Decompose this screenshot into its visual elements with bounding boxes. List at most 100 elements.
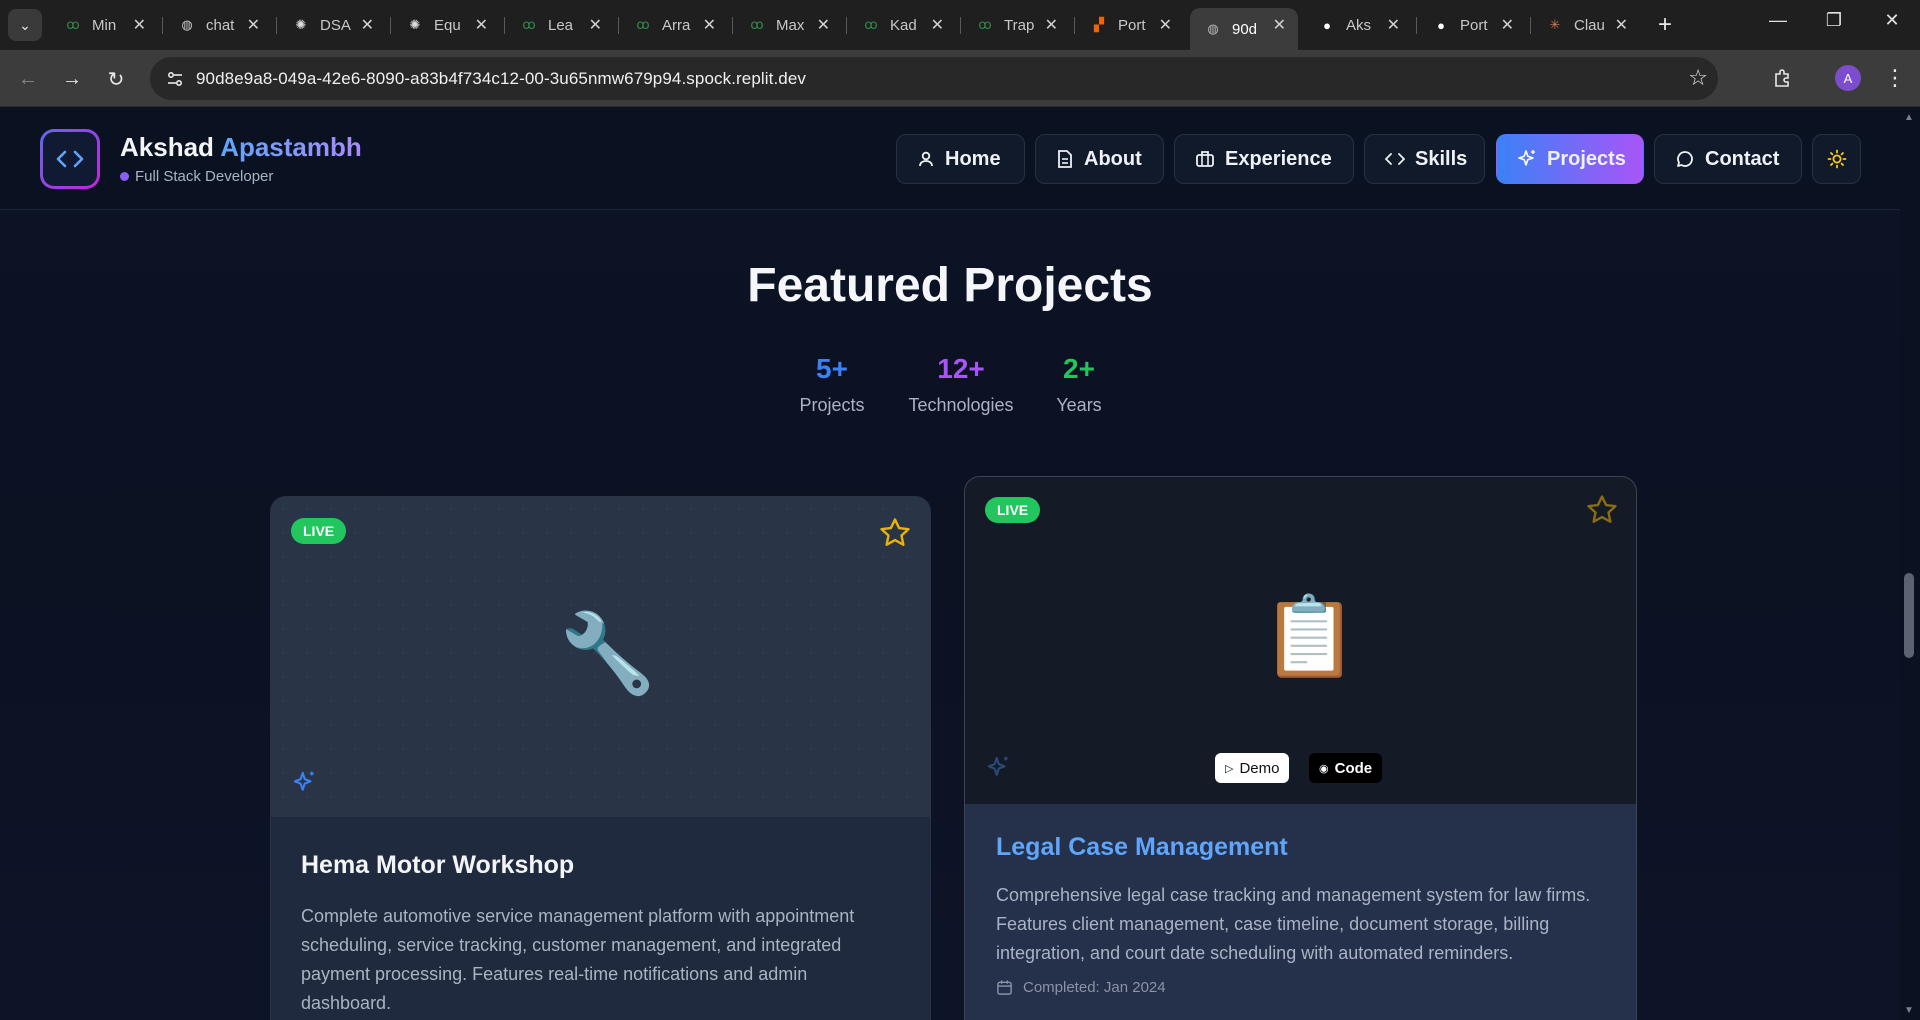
calendar-icon — [997, 980, 1012, 995]
gfg-icon: ꝏ — [636, 17, 650, 32]
gfg-icon: ꝏ — [750, 17, 764, 32]
address-bar[interactable]: 90d8e9a8-049a-42e6-8090-a83b4f734c12-00-… — [150, 57, 1718, 100]
minimize-icon[interactable]: — — [1758, 10, 1798, 31]
nav-experience[interactable]: Experience — [1174, 134, 1354, 184]
close-tab-icon[interactable]: ✕ — [133, 15, 146, 35]
close-tab-icon[interactable]: ✕ — [361, 15, 374, 35]
globe-icon: ◍ — [181, 17, 193, 32]
extensions-icon[interactable] — [1766, 62, 1798, 94]
code-button[interactable]: ◉ Code — [1309, 753, 1383, 783]
status-dot — [120, 172, 129, 181]
new-tab-button[interactable]: + — [1652, 11, 1678, 38]
close-tab-icon[interactable]: ✕ — [1159, 15, 1172, 35]
nav-skills[interactable]: Skills — [1364, 134, 1485, 184]
back-icon[interactable]: ← — [12, 63, 44, 95]
page-viewport: Akshad Apastambh Full Stack Developer Ho… — [0, 108, 1900, 1020]
project-card[interactable]: LIVE 📋 ▷ Demo ◉ Code Legal Case Manageme… — [964, 476, 1637, 1020]
completion-date: Completed: Jan 2024 — [996, 979, 1166, 996]
github-icon: ● — [1437, 17, 1445, 33]
site-logo[interactable] — [40, 129, 100, 189]
close-tab-icon[interactable]: ✕ — [817, 15, 830, 35]
sparkles-icon — [1518, 150, 1535, 166]
browser-tab[interactable]: ✳ Clau ✕ — [1532, 8, 1640, 42]
browser-tab[interactable]: ▞ Port ✕ — [1076, 8, 1184, 42]
close-tab-icon[interactable]: ✕ — [589, 15, 602, 35]
brand-role: Full Stack Developer — [120, 168, 273, 185]
live-badge: LIVE — [291, 518, 347, 544]
code-icon — [1385, 153, 1405, 165]
browser-tab[interactable]: ✺ DSA ✕ — [278, 8, 386, 42]
code-brackets-icon — [56, 150, 84, 168]
bookmark-star-icon[interactable]: ☆ — [1688, 65, 1708, 91]
browser-tab[interactable]: ꝏ Kad ✕ — [848, 8, 956, 42]
tab-search-button[interactable]: ⌄ — [8, 9, 42, 41]
browser-tab[interactable]: ꝏ Lea ✕ — [506, 8, 614, 42]
wrench-icon: 🔧 — [559, 609, 657, 697]
browser-tab[interactable]: ꝏ Max ✕ — [734, 8, 842, 42]
browser-tab-active[interactable]: ◍ 90d ✕ — [1190, 8, 1298, 50]
browser-tab[interactable]: ✺ Equ ✕ — [392, 8, 500, 42]
scroll-up-arrow-icon[interactable]: ▲ — [1904, 112, 1914, 123]
browser-tab[interactable]: ● Port ✕ — [1418, 8, 1526, 42]
browser-tab[interactable]: ꝏ Trap ✕ — [962, 8, 1070, 42]
profile-avatar[interactable]: A — [1835, 65, 1861, 91]
chat-bubble-icon — [1677, 151, 1693, 167]
site-header: Akshad Apastambh Full Stack Developer Ho… — [0, 108, 1900, 210]
github-icon: ◉ — [1319, 762, 1329, 775]
project-title[interactable]: Hema Motor Workshop — [301, 851, 574, 880]
site-info-icon[interactable] — [160, 64, 190, 94]
nav-home[interactable]: Home — [896, 134, 1025, 184]
stat-years: 2+ Years — [1056, 353, 1102, 415]
close-tab-icon[interactable]: ✕ — [1501, 15, 1514, 35]
chevron-down-icon: ⌄ — [19, 16, 31, 33]
browser-tab[interactable]: ● Aks ✕ — [1304, 8, 1412, 42]
browser-tab[interactable]: ꝏ Arra ✕ — [620, 8, 728, 42]
close-tab-icon[interactable]: ✕ — [931, 15, 944, 35]
user-icon — [919, 151, 933, 167]
claude-icon: ✳ — [1549, 17, 1561, 32]
project-description: Complete automotive service management p… — [301, 906, 855, 1013]
close-tab-icon[interactable]: ✕ — [703, 15, 716, 35]
close-window-icon[interactable]: ✕ — [1872, 10, 1912, 31]
browser-toolbar: ← → ↻ 90d8e9a8-049a-42e6-8090-a83b4f734c… — [0, 50, 1920, 107]
page-scrollbar[interactable]: ▲ ▼ — [1900, 108, 1920, 1020]
nav-about[interactable]: About — [1035, 134, 1164, 184]
globe-icon: ◍ — [1207, 21, 1219, 36]
replit-icon: ▞ — [1094, 17, 1104, 32]
browser-tab[interactable]: ◍ chat ✕ — [164, 8, 272, 42]
gfg-icon: ꝏ — [522, 17, 536, 32]
close-tab-icon[interactable]: ✕ — [1387, 15, 1400, 35]
github-icon: ● — [1323, 17, 1331, 33]
browser-tab-bar: ⌄ ꝏ Min ✕ ◍ chat ✕ ✺ DSA ✕ ✺ Equ ✕ ꝏ Lea… — [0, 0, 1920, 50]
openai-icon: ✺ — [295, 17, 307, 32]
more-menu-icon[interactable]: ⋮ — [1880, 62, 1910, 94]
project-title[interactable]: Legal Case Management — [996, 833, 1288, 862]
project-card[interactable]: LIVE 🔧 Hema Motor Workshop Complete auto… — [270, 496, 931, 1020]
gfg-icon: ꝏ — [864, 17, 878, 32]
close-tab-icon[interactable]: ✕ — [1615, 15, 1628, 35]
nav-projects[interactable]: Projects — [1496, 134, 1644, 184]
project-preview: LIVE 🔧 — [271, 497, 930, 817]
theme-toggle-button[interactable] — [1812, 134, 1861, 184]
scroll-thumb[interactable] — [1904, 573, 1914, 658]
demo-button[interactable]: ▷ Demo — [1215, 753, 1290, 783]
sparkles-icon — [987, 756, 1008, 776]
reload-icon[interactable]: ↻ — [100, 63, 132, 95]
live-badge: LIVE — [985, 497, 1041, 523]
sun-icon — [1827, 149, 1846, 169]
gfg-icon: ꝏ — [978, 17, 992, 32]
favorite-star-icon[interactable] — [1585, 493, 1619, 527]
sparkles-icon — [293, 771, 314, 791]
close-tab-icon[interactable]: ✕ — [247, 15, 260, 35]
clipboard-icon: 📋 — [1261, 592, 1359, 680]
gfg-icon: ꝏ — [66, 17, 80, 32]
scroll-down-arrow-icon[interactable]: ▼ — [1904, 1005, 1914, 1016]
restore-icon[interactable]: ❐ — [1814, 10, 1854, 31]
forward-icon[interactable]: → — [56, 63, 88, 95]
browser-tab[interactable]: ꝏ Min ✕ — [50, 8, 158, 42]
nav-contact[interactable]: Contact — [1654, 134, 1802, 184]
favorite-star-icon[interactable] — [878, 516, 912, 550]
close-tab-icon[interactable]: ✕ — [1045, 15, 1058, 35]
close-tab-icon[interactable]: ✕ — [1273, 15, 1286, 35]
close-tab-icon[interactable]: ✕ — [475, 15, 488, 35]
